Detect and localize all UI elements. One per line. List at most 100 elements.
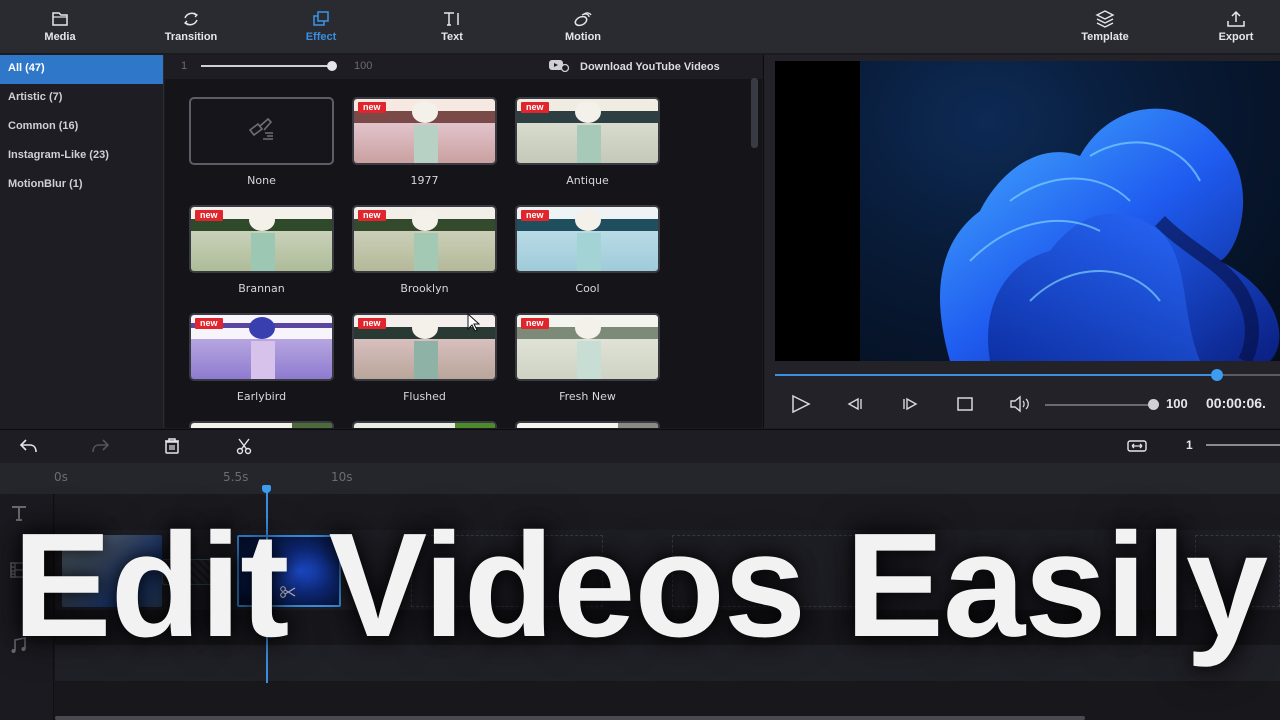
effect-thumbnail bbox=[515, 421, 660, 428]
empty-clip-slot[interactable] bbox=[1195, 535, 1280, 607]
thumb-size-slider-track[interactable] bbox=[201, 65, 333, 67]
video-download-icon bbox=[548, 58, 570, 75]
effect-card-1977[interactable]: new 1977 bbox=[352, 97, 497, 187]
ruler-tick-label: 0s bbox=[54, 470, 68, 484]
video-clip[interactable] bbox=[62, 535, 162, 607]
effect-card-antique[interactable]: new Antique bbox=[515, 97, 660, 187]
tab-media-label: Media bbox=[44, 31, 76, 43]
empty-clip-slot[interactable] bbox=[411, 535, 603, 607]
timeline-ruler[interactable] bbox=[0, 463, 1280, 494]
ruler-tick-label: 5.5s bbox=[223, 470, 249, 484]
volume-value: 100 bbox=[1166, 396, 1188, 411]
transition-slot[interactable] bbox=[162, 559, 224, 585]
speaker-icon bbox=[1010, 395, 1029, 413]
scissors-icon bbox=[236, 438, 252, 455]
timeline-playhead[interactable] bbox=[266, 487, 268, 683]
transition-icon bbox=[141, 8, 241, 30]
film-strip-icon bbox=[9, 560, 29, 580]
redo-button[interactable] bbox=[90, 437, 110, 455]
category-artistic[interactable]: Artistic (7) bbox=[0, 84, 163, 113]
tab-transition[interactable]: Transition bbox=[141, 8, 241, 43]
preview-frame bbox=[860, 61, 1280, 361]
download-youtube-label: Download YouTube Videos bbox=[580, 60, 720, 73]
track-headers bbox=[0, 494, 54, 720]
undo-icon bbox=[19, 439, 37, 453]
download-youtube-button[interactable]: Download YouTube Videos bbox=[548, 58, 720, 75]
volume-slider-track[interactable] bbox=[1045, 404, 1153, 406]
brush-icon bbox=[246, 116, 278, 147]
trash-icon bbox=[165, 438, 179, 454]
video-clip-selected[interactable] bbox=[237, 535, 341, 607]
playhead-handle[interactable] bbox=[262, 485, 271, 493]
playback-seek-bar[interactable] bbox=[775, 369, 1280, 381]
effect-card-brooklyn[interactable]: new Brooklyn bbox=[352, 205, 497, 295]
layers-icon bbox=[1055, 8, 1155, 30]
seek-bar-progress bbox=[775, 374, 1217, 376]
stop-button[interactable] bbox=[953, 393, 977, 415]
tab-effect-label: Effect bbox=[305, 31, 337, 43]
effect-card-cool[interactable]: new Cool bbox=[515, 205, 660, 295]
new-badge: new bbox=[358, 210, 386, 221]
effect-label: Fresh New bbox=[559, 390, 616, 403]
tab-effect[interactable]: Effect bbox=[271, 8, 371, 43]
tab-motion[interactable]: Motion bbox=[533, 8, 633, 43]
effect-label: Brooklyn bbox=[400, 282, 449, 295]
export-button[interactable]: Export bbox=[1186, 8, 1280, 43]
template-button[interactable]: Template bbox=[1055, 8, 1155, 43]
split-button[interactable] bbox=[234, 437, 254, 455]
play-button[interactable] bbox=[789, 393, 813, 415]
effect-thumbnail bbox=[352, 421, 497, 428]
new-badge: new bbox=[521, 210, 549, 221]
undo-button[interactable] bbox=[19, 437, 39, 455]
category-motionblur[interactable]: MotionBlur (1) bbox=[0, 171, 163, 200]
step-forward-icon bbox=[903, 397, 918, 411]
play-icon bbox=[792, 394, 811, 414]
volume-slider-handle[interactable] bbox=[1148, 399, 1159, 410]
template-label: Template bbox=[1081, 31, 1129, 43]
thumb-size-slider-handle[interactable] bbox=[327, 61, 337, 71]
audio-track[interactable] bbox=[55, 645, 1280, 681]
category-common[interactable]: Common (16) bbox=[0, 113, 163, 142]
category-instagram-like[interactable]: Instagram-Like (23) bbox=[0, 142, 163, 171]
tab-transition-label: Transition bbox=[164, 31, 218, 43]
redo-icon bbox=[92, 439, 110, 453]
effect-thumbnail: new bbox=[515, 313, 660, 381]
category-all[interactable]: All (47) bbox=[0, 55, 163, 84]
timeline-toolbar bbox=[0, 429, 1280, 463]
video-preview[interactable] bbox=[775, 61, 1280, 361]
effect-label: Flushed bbox=[403, 390, 446, 403]
volume-button[interactable] bbox=[1008, 393, 1032, 415]
export-label: Export bbox=[1218, 31, 1254, 43]
delete-button[interactable] bbox=[162, 437, 182, 455]
effect-card-fresh-new[interactable]: new Fresh New bbox=[515, 313, 660, 403]
timeline-zoom-slider[interactable] bbox=[1206, 444, 1280, 446]
next-frame-button[interactable] bbox=[898, 393, 922, 415]
new-badge: new bbox=[195, 210, 223, 221]
timeline-horizontal-scrollbar[interactable] bbox=[55, 716, 1085, 720]
effect-thumbnail: new bbox=[352, 97, 497, 165]
effect-card-earlybird[interactable]: new Earlybird bbox=[189, 313, 334, 403]
effect-label: None bbox=[247, 174, 276, 187]
tab-media[interactable]: Media bbox=[10, 8, 110, 43]
tab-text[interactable]: Text bbox=[402, 8, 502, 43]
effect-card-partial[interactable] bbox=[352, 421, 497, 428]
effects-scrollbar[interactable] bbox=[751, 78, 758, 148]
fit-width-icon bbox=[1127, 440, 1147, 452]
effect-card-partial[interactable] bbox=[515, 421, 660, 428]
effect-card-brannan[interactable]: new Brannan bbox=[189, 205, 334, 295]
effect-label: 1977 bbox=[410, 174, 439, 187]
seek-bar-handle[interactable] bbox=[1210, 369, 1223, 381]
effects-panel: 1 100 Download YouTube Videos None new 1… bbox=[165, 55, 762, 428]
export-icon bbox=[1186, 8, 1280, 30]
fit-timeline-button[interactable] bbox=[1127, 437, 1147, 455]
text-track[interactable] bbox=[55, 494, 1280, 530]
previous-frame-button[interactable] bbox=[843, 393, 867, 415]
effect-thumbnail: new bbox=[352, 205, 497, 273]
ruler-tick-label: 10s bbox=[331, 470, 353, 484]
effect-thumbnail: new bbox=[515, 97, 660, 165]
effect-card-none[interactable]: None bbox=[189, 97, 334, 187]
mouse-cursor-icon bbox=[467, 313, 481, 332]
empty-clip-slot[interactable] bbox=[672, 535, 867, 607]
thumb-size-max-label: 100 bbox=[354, 60, 373, 72]
effect-card-partial[interactable] bbox=[189, 421, 334, 428]
